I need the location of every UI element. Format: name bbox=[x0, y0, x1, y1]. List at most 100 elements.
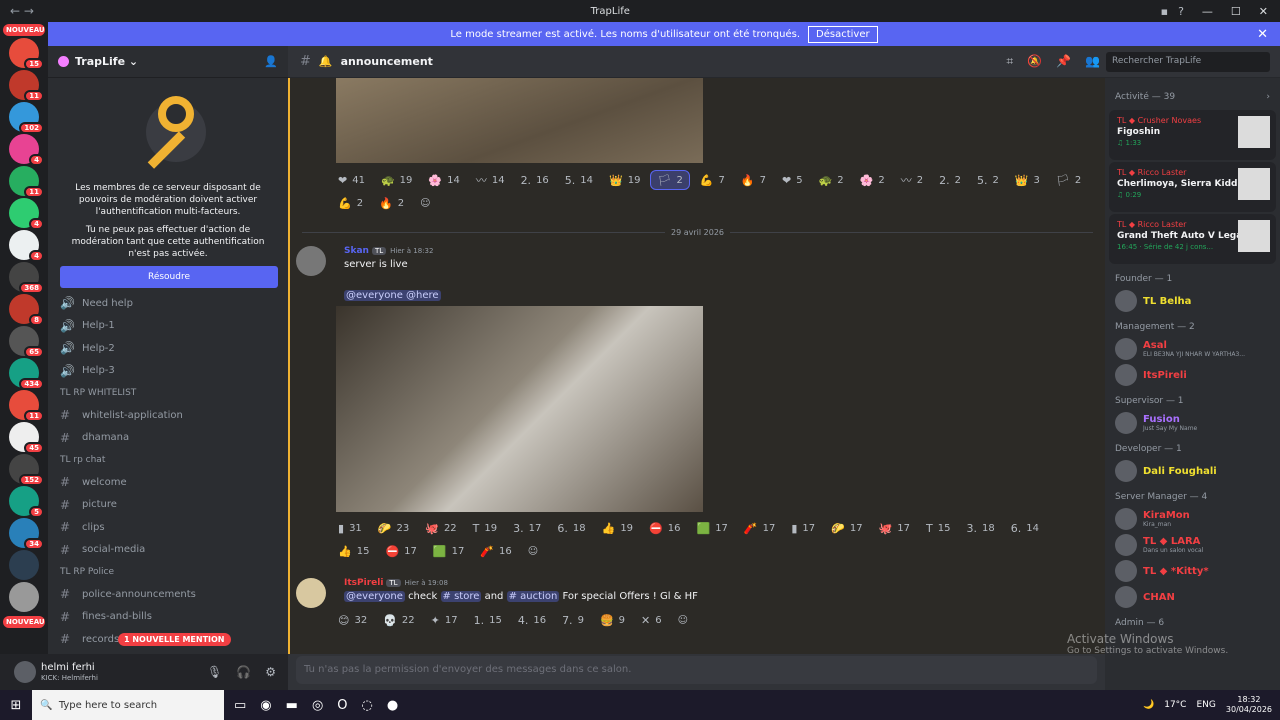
channel-item[interactable]: # welcome bbox=[48, 471, 288, 494]
chrome-icon[interactable]: ◎ bbox=[312, 698, 323, 713]
reaction-button[interactable]: 〰 2 bbox=[895, 170, 929, 190]
message-image-2[interactable] bbox=[336, 306, 703, 512]
chevron-right-icon[interactable]: › bbox=[1266, 92, 1270, 102]
members-icon[interactable]: 👥 bbox=[1085, 54, 1100, 69]
channel-item[interactable]: 🔊 Help-3 bbox=[48, 360, 288, 383]
channel-item[interactable]: 🔊 Help-1 bbox=[48, 315, 288, 338]
channel-item[interactable]: # picture bbox=[48, 494, 288, 517]
message-author[interactable]: ItsPireli bbox=[344, 578, 383, 588]
new-servers-pill[interactable]: NOUVEAU bbox=[3, 24, 45, 36]
member-item[interactable]: KiraMon Kira_man bbox=[1105, 506, 1280, 532]
reaction-button[interactable]: ⛔ 17 bbox=[379, 541, 422, 561]
reaction-button[interactable]: 6. 14 bbox=[1005, 518, 1045, 538]
notifications-icon[interactable]: 🔕 bbox=[1027, 54, 1042, 69]
channel-item[interactable]: # dhamana bbox=[48, 427, 288, 450]
reaction-button[interactable]: 🐢 2 bbox=[813, 170, 850, 190]
invite-icon[interactable]: 👤 bbox=[264, 55, 278, 68]
message-input[interactable]: Tu n'as pas la permission d'envoyer des … bbox=[296, 656, 1097, 684]
everyone-mention[interactable]: @everyone bbox=[344, 591, 405, 602]
server-icon[interactable]: 11 bbox=[9, 166, 44, 198]
activity-header[interactable]: Activité — 39 › bbox=[1105, 78, 1280, 108]
server-icon[interactable]: 5 bbox=[9, 486, 44, 518]
reaction-button[interactable]: 🌸 14 bbox=[422, 170, 465, 190]
server-icon[interactable]: 65 bbox=[9, 326, 44, 358]
reaction-button[interactable]: 2. 2 bbox=[933, 170, 967, 190]
reaction-button[interactable]: 🍔 9 bbox=[594, 610, 631, 630]
minimize-button[interactable]: — bbox=[1202, 5, 1213, 18]
message-avatar[interactable] bbox=[296, 578, 326, 608]
channel-item[interactable]: # whitelist-application bbox=[48, 404, 288, 427]
channel-item[interactable]: 🔊 Need help bbox=[48, 292, 288, 315]
reaction-button[interactable]: 🔥 7 bbox=[735, 170, 772, 190]
taskbar-search[interactable]: 🔍 Type here to search bbox=[32, 690, 224, 720]
reaction-button[interactable]: 🟩 17 bbox=[690, 518, 733, 538]
reaction-button[interactable]: 🐢 19 bbox=[375, 170, 418, 190]
reaction-button[interactable]: T 19 bbox=[467, 518, 503, 538]
new-mention-pill[interactable]: 1 NOUVELLE MENTION bbox=[118, 633, 231, 646]
reaction-button[interactable]: 🌮 17 bbox=[825, 518, 868, 538]
clock[interactable]: 18:32 30/04/2026 bbox=[1226, 695, 1272, 715]
message-avatar[interactable] bbox=[296, 246, 326, 276]
reaction-button[interactable]: 7. 9 bbox=[556, 610, 590, 630]
reaction-button[interactable]: 🌮 23 bbox=[372, 518, 415, 538]
member-item[interactable]: Asal ELI BE3NA YJI NHAR W YARTHA3... bbox=[1105, 336, 1280, 362]
help-icon[interactable]: ? bbox=[1178, 5, 1184, 18]
reaction-button[interactable]: 3. 17 bbox=[507, 518, 547, 538]
channel-item[interactable]: # social-media bbox=[48, 539, 288, 562]
app-icon[interactable]: ▬ bbox=[286, 698, 298, 713]
member-item[interactable]: Dali Foughali bbox=[1105, 458, 1280, 484]
channel-link-store[interactable]: # store bbox=[440, 591, 482, 602]
server-icon[interactable]: 4 bbox=[9, 134, 44, 166]
server-icon[interactable]: 102 bbox=[9, 102, 44, 134]
reaction-button[interactable]: 👍 19 bbox=[596, 518, 639, 538]
reaction-button[interactable]: ▮ 31 bbox=[332, 518, 368, 538]
reaction-button[interactable]: 😊 32 bbox=[332, 610, 373, 630]
new-servers-pill[interactable]: NOUVEAU bbox=[3, 616, 45, 628]
server-icon[interactable]: 4 bbox=[9, 230, 44, 262]
reaction-button[interactable]: 4. 16 bbox=[512, 610, 552, 630]
back-forward-icons[interactable]: ← → bbox=[0, 4, 60, 18]
server-icon[interactable]: 34 bbox=[9, 518, 44, 550]
channel-category[interactable]: TL rp chat bbox=[48, 449, 288, 471]
user-avatar[interactable] bbox=[14, 661, 36, 683]
discord-app-icon[interactable]: ◉ bbox=[260, 698, 271, 713]
reaction-button[interactable]: 5. 14 bbox=[559, 170, 599, 190]
reaction-button[interactable]: 🟩 17 bbox=[427, 541, 470, 561]
inbox-icon[interactable]: ▪ bbox=[1161, 5, 1168, 18]
task-view-icon[interactable]: ▭ bbox=[234, 698, 246, 713]
resolve-button[interactable]: Résoudre bbox=[60, 266, 278, 288]
disable-streamer-button[interactable]: Désactiver bbox=[808, 25, 878, 43]
channel-category[interactable]: TL RP Police bbox=[48, 561, 288, 583]
channel-item[interactable]: # clips bbox=[48, 516, 288, 539]
reaction-button[interactable]: 👑 19 bbox=[603, 170, 646, 190]
reaction-button[interactable]: 6. 18 bbox=[551, 518, 591, 538]
member-item[interactable]: TL ◆ LARA Dans un salon vocal bbox=[1105, 532, 1280, 558]
server-icon[interactable]: 11 bbox=[9, 70, 44, 102]
server-icon[interactable]: 11 bbox=[9, 390, 44, 422]
reaction-button[interactable]: ✕ 6 bbox=[635, 610, 668, 630]
opera-icon[interactable]: O bbox=[337, 698, 347, 713]
maximize-button[interactable]: ☐ bbox=[1231, 5, 1241, 18]
spotify-icon[interactable]: ● bbox=[387, 698, 398, 713]
close-button[interactable]: ✕ bbox=[1259, 5, 1268, 18]
reaction-button[interactable]: 2. 16 bbox=[515, 170, 555, 190]
threads-icon[interactable]: ⌗ bbox=[1006, 54, 1013, 69]
channel-item[interactable]: # police-announcements bbox=[48, 583, 288, 606]
reaction-button[interactable]: 1. 15 bbox=[468, 610, 508, 630]
windows-start-icon[interactable]: ⊞ bbox=[0, 698, 32, 713]
reaction-button[interactable]: 〰 14 bbox=[470, 170, 511, 190]
app-icon[interactable]: ◌ bbox=[362, 698, 373, 713]
reaction-button[interactable]: ❤ 5 bbox=[776, 170, 809, 190]
reaction-button[interactable]: 👑 3 bbox=[1009, 170, 1046, 190]
reaction-button[interactable]: ✦ 17 bbox=[425, 610, 464, 630]
member-item[interactable]: CHAN bbox=[1105, 584, 1280, 610]
channel-item[interactable]: # fines-and-bills bbox=[48, 606, 288, 629]
member-item[interactable]: TL ◆ *Kitty* bbox=[1105, 558, 1280, 584]
reaction-button[interactable]: T 15 bbox=[920, 518, 956, 538]
pin-icon[interactable]: 📌 bbox=[1056, 54, 1071, 69]
channel-category[interactable]: TL RP WHITELIST bbox=[48, 382, 288, 404]
reaction-button[interactable]: 🔥 2 bbox=[373, 193, 410, 213]
activity-card[interactable]: TL ◆ Ricco Laster Grand Theft Auto V Lega… bbox=[1109, 214, 1276, 264]
banner-close-icon[interactable]: ✕ bbox=[1257, 27, 1268, 42]
reaction-button[interactable]: 💪 2 bbox=[332, 193, 369, 213]
